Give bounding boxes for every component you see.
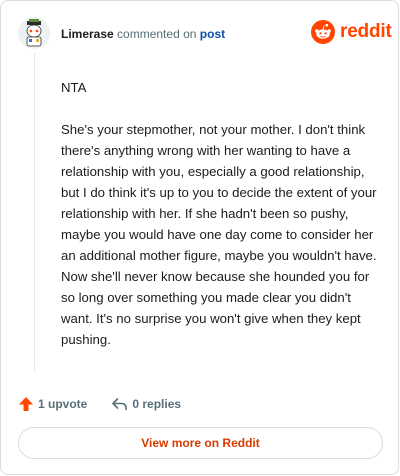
replies-count: 0 replies	[132, 397, 182, 411]
comment-header: Limerase commented on post	[61, 27, 225, 41]
replies-button[interactable]: 0 replies	[111, 396, 181, 412]
post-link[interactable]: post	[200, 27, 225, 41]
author-name[interactable]: Limerase	[61, 27, 114, 41]
upvote-button[interactable]: 1 upvote	[18, 396, 87, 412]
comment-paragraph: NTA	[61, 80, 87, 95]
reddit-logo-icon	[311, 20, 335, 44]
embedded-comment-card: Limerase commented on post reddit NTA Sh…	[0, 0, 399, 475]
avatar-image	[18, 17, 50, 49]
reddit-brand[interactable]: reddit	[311, 20, 392, 44]
reply-arrow-icon	[112, 398, 128, 411]
avatar[interactable]	[18, 17, 50, 49]
thread-line	[34, 53, 35, 371]
upvote-count: 1 upvote	[38, 397, 88, 411]
comment-body: NTA She's your stepmother, not your moth…	[61, 77, 386, 371]
comment-paragraph: She's your stepmother, not your mother. …	[61, 122, 377, 347]
view-more-label: View more on Reddit	[141, 436, 260, 450]
brand-wordmark: reddit	[340, 21, 392, 42]
upvote-arrow-icon	[19, 397, 33, 411]
action-text: commented on	[117, 27, 197, 41]
view-more-button[interactable]: View more on Reddit	[18, 427, 383, 459]
comment-meta: 1 upvote 0 replies	[18, 394, 181, 414]
